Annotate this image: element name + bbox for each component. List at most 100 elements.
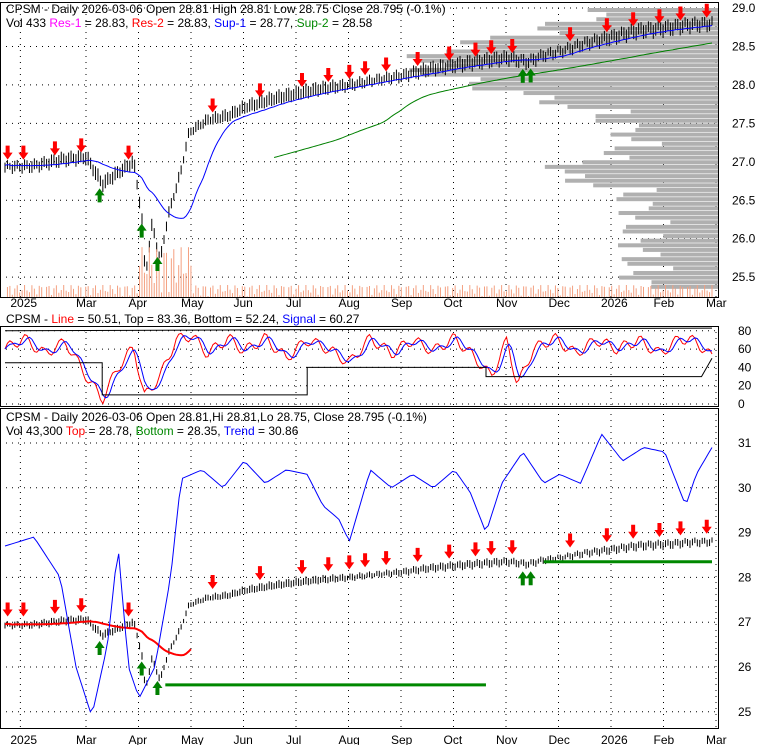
osc-signal-label: Signal: [282, 312, 316, 326]
volume-profile-bar: [565, 178, 718, 183]
x-tick-label: Oct: [444, 296, 463, 310]
volume-profile-bar: [614, 146, 718, 151]
sell-arrow-icon: [675, 521, 686, 536]
x-tick-label: Aug: [339, 296, 360, 310]
sell-arrow-icon: [444, 544, 455, 559]
x-tick-label: 2026: [601, 733, 628, 745]
x-tick-label: Jul: [286, 296, 301, 310]
volume-profile-bar: [638, 123, 718, 128]
sell-arrow-icon: [565, 533, 576, 548]
res1-label: Res-1: [49, 16, 82, 30]
volume-profile-bar: [585, 174, 718, 179]
buy-arrow-icon: [136, 223, 147, 238]
price-y-tick-label: 25.5: [732, 270, 756, 284]
x-tick-label: Sep: [391, 296, 413, 310]
volume-profile-bar: [651, 280, 718, 285]
x-tick-label: 2025: [10, 733, 37, 745]
trend-value: = 30.86: [254, 424, 299, 438]
sell-arrow-icon: [381, 551, 392, 566]
volume-profile-bar: [421, 72, 718, 77]
sell-arrow-icon: [444, 46, 455, 61]
sell-arrow-icon: [701, 519, 712, 534]
x-tick-label: Feb: [654, 733, 675, 745]
x-tick-label: Aug: [339, 733, 360, 745]
top-value: = 28.78,: [85, 424, 136, 438]
sell-arrow-icon: [654, 522, 665, 537]
buy-arrow-icon: [517, 571, 528, 586]
volume-profile-bar: [670, 220, 718, 225]
volume-profile-bar: [618, 243, 718, 248]
sell-arrow-icon: [628, 524, 639, 539]
price-title: CPSM - Daily 2026-03-06 Open 28.81 High …: [6, 2, 446, 16]
trend-line: [4, 433, 713, 713]
sell-arrow-icon: [296, 560, 307, 575]
x-tick-label: Feb: [654, 296, 675, 310]
price-y-tick-label: 29.0: [732, 1, 756, 15]
sell-arrow-icon: [360, 553, 371, 568]
trend-y-tick-label: 31: [738, 436, 752, 450]
res2-label: Res-2: [131, 16, 164, 30]
osc-line-label: Line: [51, 312, 75, 326]
volume-profile-bar: [616, 197, 718, 202]
sup1-value: = 28.77,: [246, 16, 297, 30]
osc-y-tick-label: 40: [738, 360, 752, 374]
osc-values: = 50.51, Top = 83.36, Bottom = 52.24,: [74, 312, 283, 326]
sell-arrow-icon: [254, 566, 265, 581]
sup2-label: Sup-2: [296, 16, 329, 30]
volume-profile-bar: [663, 234, 718, 239]
volume-profile-bar: [460, 40, 718, 45]
sell-arrow-icon: [49, 599, 60, 614]
x-tick-label: Dec: [549, 296, 570, 310]
x-tick-label: Oct: [444, 733, 463, 745]
x-tick-label: Jul: [286, 733, 301, 745]
volume-profile-bar: [660, 252, 718, 257]
sell-arrow-icon: [412, 547, 423, 562]
bottom-value: = 28.35,: [173, 424, 224, 438]
stock-chart: 29.0 28.5 28.0 27.5 27.0 26.5 26.0 25.5 80 60 40 20…: [0, 0, 780, 745]
volume-profile-bar: [633, 270, 718, 275]
volume-profile-bar: [595, 114, 718, 119]
sell-arrow-icon: [323, 557, 334, 572]
sell-arrow-icon: [123, 602, 134, 617]
signal-line: [4, 335, 713, 399]
sell-arrow-icon: [507, 540, 518, 555]
sell-arrow-icon: [254, 83, 265, 98]
sell-arrow-icon: [412, 51, 423, 66]
volume-profile-bar: [642, 247, 718, 252]
volume-profile-bar: [652, 201, 718, 206]
osc-y-tick-label: 20: [738, 379, 752, 393]
volume-profile-bar: [656, 187, 718, 192]
osc-top-line: [4, 327, 713, 332]
trend-volume: Vol 43,300: [6, 424, 66, 438]
volume-profile-bar: [618, 211, 718, 216]
x-tick-label: Mar: [76, 296, 97, 310]
price-y-tick-label: 28.5: [732, 39, 756, 53]
trend-y-tick-label: 28: [738, 570, 752, 584]
osc-signal-value: = 60.27: [315, 312, 360, 326]
sell-arrow-icon: [344, 64, 355, 79]
x-tick-label: 2025: [10, 296, 37, 310]
buy-arrow-icon: [94, 641, 105, 656]
volume-profile-bar: [480, 77, 718, 82]
volume-profile-bar: [603, 151, 718, 156]
buy-arrow-icon: [152, 680, 163, 695]
volume-profile-bar: [622, 229, 718, 234]
volume-profile-bar: [564, 169, 718, 174]
buy-arrow-icon: [152, 256, 163, 271]
sell-arrow-icon: [344, 555, 355, 570]
x-tick-label: Jun: [234, 733, 253, 745]
volume-profile-bar: [635, 215, 718, 220]
x-tick-label: Mar: [706, 733, 727, 745]
price-y-tick-label: 27.0: [732, 155, 756, 169]
volume-profile-bar: [554, 95, 718, 100]
volume-profile-bar: [619, 275, 718, 280]
x-tick-label: Apr: [129, 296, 148, 310]
chart-canvas: 29.0 28.5 28.0 27.5 27.0 26.5 26.0 25.5 80 60 40 20…: [0, 1, 756, 745]
trend-y-tick-label: 27: [738, 615, 752, 629]
trend-y-tick-label: 25: [738, 705, 752, 719]
price-y-tick-label: 27.5: [732, 116, 756, 130]
volume-profile-bar: [610, 132, 718, 137]
buy-arrow-icon: [525, 571, 536, 586]
sell-arrow-icon: [601, 528, 612, 543]
x-tick-label: Dec: [549, 733, 570, 745]
